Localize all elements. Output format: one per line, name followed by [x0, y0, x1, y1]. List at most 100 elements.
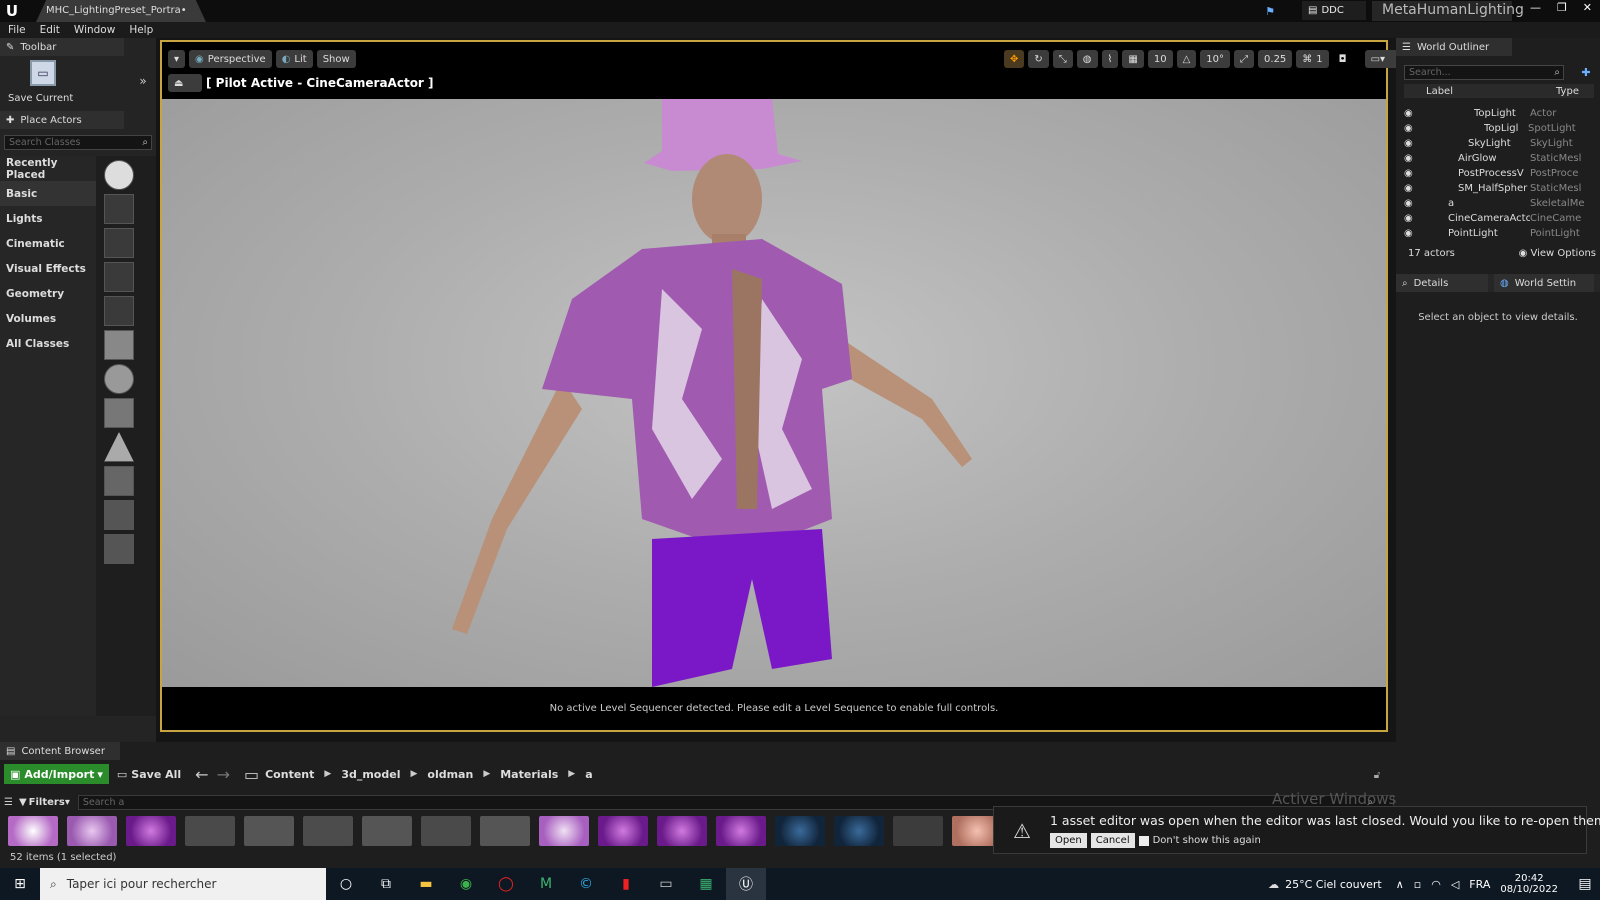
asset-thumbnail[interactable] — [67, 816, 117, 846]
open-button[interactable]: Open — [1050, 833, 1087, 848]
outliner-row[interactable]: ◉ SM_HalfSpher StaticMesl — [1404, 181, 1588, 196]
category-geometry[interactable]: Geometry — [0, 281, 96, 306]
world-outliner-tab[interactable]: ☰ World Outliner — [1396, 38, 1512, 56]
add-import-button[interactable]: ▣ Add/Import ▾ — [4, 764, 109, 784]
app-green-icon[interactable]: ▦ — [686, 868, 726, 900]
scene-render[interactable] — [162, 99, 1386, 687]
player-start-icon[interactable] — [104, 296, 134, 326]
grid-snap-value[interactable]: 10 — [1147, 50, 1173, 68]
breadcrumb-materials[interactable]: Materials — [500, 768, 558, 781]
eye-icon[interactable]: ◉ — [1404, 123, 1424, 134]
ddc-button[interactable]: ▤ DDC — [1302, 1, 1366, 20]
eye-icon[interactable]: ◉ — [1404, 138, 1424, 149]
maximize-viewport-icon[interactable]: ◘ — [1333, 50, 1353, 68]
rotation-snap-value[interactable]: 10° — [1200, 50, 1231, 68]
empty-character-icon[interactable] — [104, 194, 134, 224]
viewport-options-button[interactable]: ▾ — [168, 50, 186, 68]
cortana-icon[interactable]: ○ — [326, 868, 366, 900]
empty-actor-icon[interactable] — [104, 160, 134, 190]
breadcrumb-content[interactable]: Content — [265, 768, 314, 781]
app-c-icon[interactable]: © — [566, 868, 606, 900]
asset-thumbnail[interactable] — [8, 816, 58, 846]
menu-window[interactable]: Window — [74, 24, 115, 36]
close-icon[interactable]: ✕ — [1583, 1, 1592, 14]
menu-help[interactable]: Help — [129, 24, 153, 36]
world-settings-tab[interactable]: ◍ World Settin — [1494, 274, 1594, 292]
outliner-row[interactable]: ◉ SkyLight SkyLight — [1404, 136, 1588, 151]
view-options-button[interactable]: ◉ View Options — [1519, 248, 1596, 259]
add-filter-icon[interactable]: ✚ — [1578, 64, 1594, 80]
forward-arrow-icon[interactable]: → — [217, 765, 230, 784]
asset-thumbnail[interactable] — [716, 816, 766, 846]
asset-thumbnail[interactable] — [775, 816, 825, 846]
asset-thumbnail[interactable] — [244, 816, 294, 846]
taskbar-search[interactable]: ⌕ Taper ici pour rechercher — [40, 868, 326, 900]
cube-icon[interactable] — [104, 330, 134, 360]
toolbar-tab[interactable]: ✎ Toolbar — [0, 38, 124, 56]
breadcrumb-a[interactable]: a — [585, 768, 592, 781]
camera-speed-button[interactable]: ⌘ 1 — [1296, 50, 1329, 68]
task-view-icon[interactable]: ⧉ — [366, 868, 406, 900]
asset-thumbnail[interactable] — [421, 816, 471, 846]
eye-icon[interactable]: ◉ — [1404, 168, 1424, 179]
rotation-snap-icon[interactable]: △ — [1176, 50, 1197, 68]
show-button[interactable]: Show — [316, 50, 356, 68]
place-actors-tab[interactable]: ✚ Place Actors — [0, 111, 124, 129]
box-trigger-icon[interactable] — [104, 500, 134, 530]
translate-icon[interactable]: ✥ — [1004, 50, 1025, 68]
category-all-classes[interactable]: All Classes — [0, 331, 96, 356]
back-arrow-icon[interactable]: ← — [195, 765, 208, 784]
category-recently-placed[interactable]: Recently Placed — [0, 156, 96, 181]
cone-icon[interactable] — [104, 432, 134, 462]
language-indicator[interactable]: FRA — [1469, 878, 1490, 891]
search-icon[interactable]: ⌕ — [1554, 67, 1563, 78]
outliner-search-input[interactable]: Search... ⌕ — [1404, 65, 1564, 80]
cancel-button[interactable]: Cancel — [1090, 833, 1135, 848]
save-all-button[interactable]: ▭ Save All — [117, 768, 181, 781]
asset-thumbnail[interactable] — [480, 816, 530, 846]
weather-widget[interactable]: ☁ 25°C Ciel couvert — [1268, 878, 1382, 891]
eye-icon[interactable]: ◉ — [1404, 183, 1424, 194]
wifi-icon[interactable]: ◠ — [1431, 878, 1441, 891]
outliner-row[interactable]: ◉ AirGlow StaticMesl — [1404, 151, 1588, 166]
unreal-taskbar-icon[interactable]: Ⓤ — [726, 868, 766, 900]
grid-snap-icon[interactable]: ▦ — [1122, 50, 1144, 68]
windows-start-icon[interactable]: ⊞ — [0, 868, 40, 900]
asset-thumbnail[interactable] — [834, 816, 884, 846]
asset-thumbnail[interactable] — [303, 816, 353, 846]
breadcrumb-oldman[interactable]: oldman — [427, 768, 473, 781]
sources-toggle-icon[interactable]: ☰ — [4, 797, 13, 808]
asset-thumbnail[interactable] — [657, 816, 707, 846]
asset-thumbnail[interactable] — [185, 816, 235, 846]
scale-snap-icon[interactable]: ⤢ — [1234, 50, 1255, 68]
eye-icon[interactable]: ◉ — [1404, 213, 1424, 224]
surface-snap-icon[interactable]: ⌇ — [1101, 50, 1119, 68]
outliner-row[interactable]: ◉ PointLight PointLight — [1404, 226, 1588, 241]
chevron-right-icon[interactable]: » — [136, 74, 150, 88]
network-icon[interactable]: ▫ — [1414, 878, 1421, 891]
category-volumes[interactable]: Volumes — [0, 306, 96, 331]
minimize-icon[interactable]: — — [1530, 1, 1541, 14]
type-column-header[interactable]: Type — [1556, 86, 1579, 97]
filters-button[interactable]: ▼ Filters ▾ — [19, 797, 70, 808]
source-control-icon[interactable]: ⚑ — [1262, 3, 1278, 19]
eye-icon[interactable]: ◉ — [1404, 198, 1424, 209]
asset-thumbnail[interactable] — [539, 816, 589, 846]
save-current-button[interactable]: ▭ Save Current — [8, 60, 78, 108]
opera-icon[interactable]: ◯ — [486, 868, 526, 900]
cylinder-icon[interactable] — [104, 398, 134, 428]
world-icon[interactable]: ◍ — [1076, 50, 1098, 68]
asset-thumbnail[interactable] — [598, 816, 648, 846]
plane-icon[interactable] — [104, 466, 134, 496]
rotate-icon[interactable]: ↻ — [1028, 50, 1049, 68]
asset-thumbnail[interactable] — [126, 816, 176, 846]
clock[interactable]: 20:42 08/10/2022 — [1500, 873, 1558, 895]
viewport[interactable]: ▾ ◉ Perspective ◐ Lit Show ⏏ [ Pilot Activ… — [160, 40, 1405, 732]
eye-icon[interactable]: ◉ — [1404, 108, 1424, 119]
asset-thumbnail[interactable] — [362, 816, 412, 846]
lock-icon[interactable]: 🔓︎ — [1370, 768, 1384, 782]
dont-show-checkbox[interactable] — [1138, 835, 1149, 846]
chevron-up-icon[interactable]: ∧ — [1396, 878, 1404, 891]
empty-pawn-icon[interactable] — [104, 228, 134, 258]
scale-icon[interactable]: ⤡ — [1052, 50, 1073, 68]
